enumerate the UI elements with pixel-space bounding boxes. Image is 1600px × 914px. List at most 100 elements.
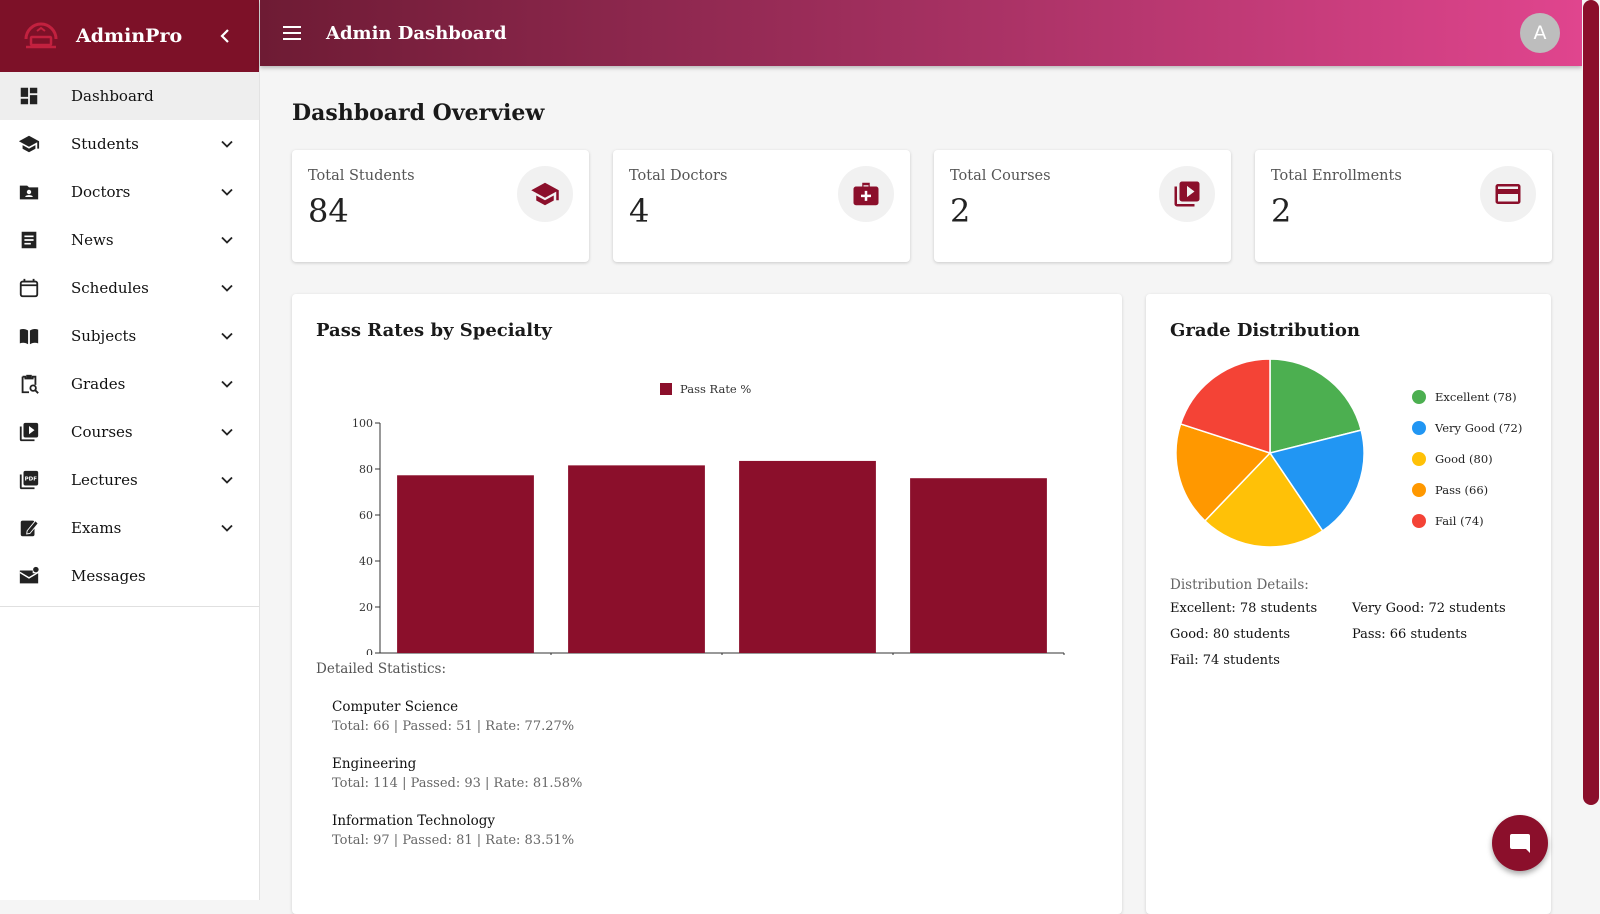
pie-legend: Excellent (78) Very Good (72) Good (80) Pas…	[1412, 381, 1522, 536]
stat-item: Computer Science Total: 66 | Passed: 51 |…	[332, 699, 1098, 734]
y-tick-label: 60	[359, 509, 373, 522]
specialty-name: Engineering	[332, 756, 417, 772]
legend-swatch	[1412, 513, 1426, 528]
video-library-icon	[1159, 166, 1215, 222]
legend-label: Very Good (72)	[1435, 420, 1523, 435]
clipboard-search-icon	[18, 373, 40, 395]
chevron-down-icon[interactable]	[217, 518, 237, 538]
pie-area: Excellent (78) Very Good (72) Good (80) Pas…	[1170, 347, 1527, 577]
y-tick-label: 80	[359, 463, 373, 476]
sidebar-item-doctors[interactable]: Doctors	[0, 168, 259, 216]
video-library-icon	[18, 421, 40, 443]
stat-card-students: Total Students 84	[292, 150, 589, 262]
specialty-stats: Total: 97 | Passed: 81 | Rate: 83.51%	[332, 833, 575, 848]
legend-item[interactable]: Fail (74)	[1412, 505, 1522, 536]
distribution-item: Fail: 74 students	[1170, 653, 1280, 668]
chevron-down-icon[interactable]	[217, 230, 237, 250]
legend-swatch	[1412, 482, 1426, 497]
bar-mechatronics	[910, 478, 1047, 653]
legend-label: Good (80)	[1435, 451, 1493, 466]
specialty-stats: Total: 66 | Passed: 51 | Rate: 77.27%	[332, 719, 575, 734]
page-title: Dashboard Overview	[292, 100, 545, 126]
legend-item[interactable]: Pass (66)	[1412, 474, 1522, 505]
sidebar-item-label: Schedules	[71, 279, 149, 297]
book-icon	[18, 325, 40, 347]
distribution-item: Very Good: 72 students	[1352, 601, 1506, 616]
chevron-down-icon[interactable]	[217, 422, 237, 442]
specialty-name: Computer Science	[332, 699, 459, 715]
legend-label: Excellent (78)	[1435, 389, 1517, 404]
chat-fab-button[interactable]	[1492, 815, 1548, 871]
scrollbar-thumb[interactable]	[1583, 0, 1599, 805]
legend-item[interactable]: Very Good (72)	[1412, 412, 1522, 443]
medical-bag-icon	[838, 166, 894, 222]
stat-card-courses: Total Courses 2	[934, 150, 1231, 262]
chevron-down-icon[interactable]	[217, 470, 237, 490]
distribution-details-heading: Distribution Details:	[1170, 577, 1309, 593]
sidebar-item-label: Lectures	[71, 471, 138, 489]
pdf-icon: PDF	[18, 469, 40, 491]
sidebar-item-grades[interactable]: Grades	[0, 360, 259, 408]
legend-item[interactable]: Excellent (78)	[1412, 381, 1522, 412]
sidebar-item-students[interactable]: Students	[0, 120, 259, 168]
stat-item: Engineering Total: 114 | Passed: 93 | Rat…	[332, 756, 1098, 791]
top-app-bar: Admin Dashboard A	[260, 0, 1582, 66]
sidebar-item-label: Courses	[71, 423, 133, 441]
distribution-item: Pass: 66 students	[1352, 627, 1467, 642]
sidebar-item-lectures[interactable]: PDF Lectures	[0, 456, 259, 504]
hamburger-menu-icon[interactable]	[280, 21, 304, 45]
sidebar-item-label: Dashboard	[71, 87, 154, 105]
pass-rates-title: Pass Rates by Specialty	[316, 320, 552, 341]
chevron-down-icon[interactable]	[217, 374, 237, 394]
legend-swatch	[1412, 451, 1426, 466]
chevron-down-icon[interactable]	[217, 278, 237, 298]
pass-rates-panel: Pass Rates by Specialty Pass Rate % 0 20 40…	[292, 294, 1122, 914]
sidebar-item-courses[interactable]: Courses	[0, 408, 259, 456]
grade-pie-chart	[1175, 358, 1365, 548]
sidebar-item-schedules[interactable]: Schedules	[0, 264, 259, 312]
chevron-down-icon[interactable]	[217, 134, 237, 154]
grade-distribution-title: Grade Distribution	[1170, 320, 1360, 341]
sidebar: AdminPro Dashboard Students Doctors News Sch…	[0, 0, 260, 900]
charts-row: Pass Rates by Specialty Pass Rate % 0 20 40…	[292, 294, 1552, 914]
bar-computer-science	[397, 475, 534, 653]
graduation-cap-icon	[18, 133, 40, 155]
sidebar-item-label: Doctors	[71, 183, 131, 201]
y-tick-label: 100	[352, 417, 373, 430]
credit-card-icon	[1480, 166, 1536, 222]
y-tick-label: 40	[359, 555, 373, 568]
sidebar-item-news[interactable]: News	[0, 216, 259, 264]
chat-icon	[1510, 834, 1530, 853]
grade-distribution-panel: Grade Distribution Excellent (78) Very Go…	[1146, 294, 1551, 914]
scrollbar[interactable]	[1582, 0, 1600, 900]
article-icon	[18, 229, 40, 251]
sidebar-item-dashboard[interactable]: Dashboard	[0, 72, 259, 120]
main-content: Dashboard Overview Total Students 84 Tot…	[292, 90, 1552, 914]
contact-card-icon	[18, 181, 40, 203]
chevron-left-icon[interactable]	[213, 24, 237, 48]
bar-engineering	[568, 465, 705, 653]
dashboard-icon	[18, 85, 40, 107]
sidebar-item-exams[interactable]: Exams	[0, 504, 259, 552]
svg-text:PDF: PDF	[25, 476, 38, 482]
legend-swatch	[1412, 389, 1426, 404]
sidebar-item-label: News	[71, 231, 114, 249]
sidebar-item-subjects[interactable]: Subjects	[0, 312, 259, 360]
legend-swatch	[660, 383, 672, 395]
sidebar-item-label: Grades	[71, 375, 126, 393]
distribution-item: Excellent: 78 students	[1170, 601, 1318, 616]
avatar[interactable]: A	[1520, 13, 1560, 53]
chevron-down-icon[interactable]	[217, 326, 237, 346]
specialty-name: Information Technology	[332, 813, 496, 829]
distribution-details: Excellent: 78 students Very Good: 72 stud…	[1170, 601, 1527, 668]
edit-note-icon	[18, 517, 40, 539]
sidebar-item-label: Messages	[71, 567, 146, 585]
legend-item[interactable]: Good (80)	[1412, 443, 1522, 474]
sidebar-item-label: Students	[71, 135, 139, 153]
sidebar-item-messages[interactable]: Messages	[0, 552, 259, 600]
specialty-stats: Total: 114 | Passed: 93 | Rate: 81.58%	[332, 776, 583, 791]
mail-badge-icon	[18, 565, 40, 587]
legend-label: Pass (66)	[1435, 482, 1489, 497]
chevron-down-icon[interactable]	[217, 182, 237, 202]
detailed-statistics-heading: Detailed Statistics:	[316, 661, 447, 677]
